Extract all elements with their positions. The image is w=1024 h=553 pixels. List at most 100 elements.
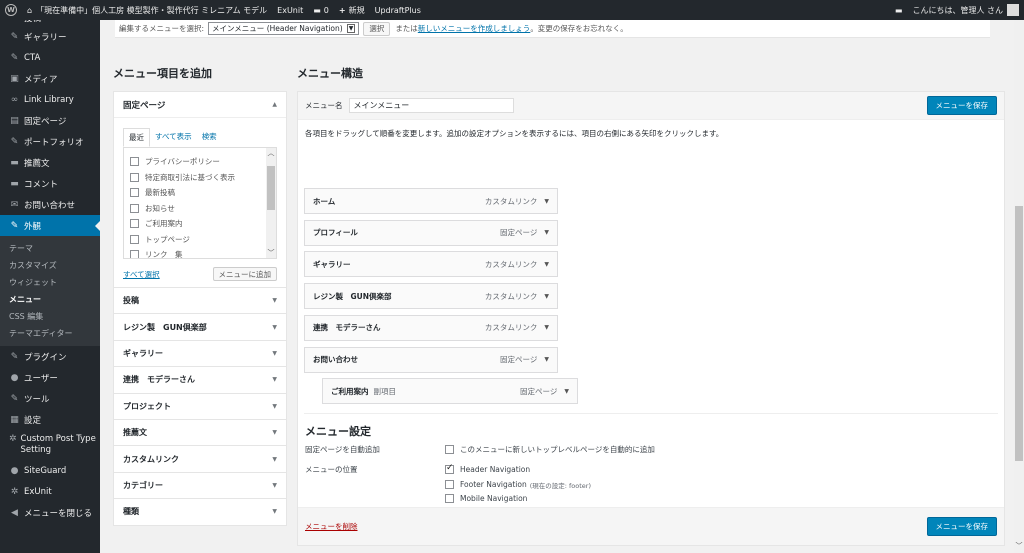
save-menu-button-bottom[interactable]: メニューを保存 bbox=[926, 517, 997, 536]
scroll-down-icon[interactable]: ﹀ bbox=[266, 248, 276, 258]
select-button[interactable]: 選択 bbox=[363, 21, 391, 36]
location-checkbox[interactable] bbox=[445, 480, 454, 489]
add-to-menu-button[interactable]: メニューに追加 bbox=[212, 267, 277, 281]
menu-item[interactable]: ホーム カスタムリンク ▼ bbox=[304, 188, 558, 214]
sidebar-item[interactable]: ∞ Link Library bbox=[0, 89, 100, 110]
page-checkbox-item[interactable]: リンク 集 bbox=[130, 247, 270, 258]
collapse-arrow-icon[interactable]: ▲ bbox=[272, 101, 277, 108]
sidebar-item[interactable]: ✎ CTA bbox=[0, 47, 100, 68]
create-menu-link[interactable]: 新しいメニューを作成しましょう bbox=[418, 23, 531, 34]
submenu-item[interactable]: テーマ bbox=[0, 240, 100, 257]
page-checkbox-item[interactable]: 特定商取引法に基づく表示 bbox=[130, 170, 270, 186]
sidebar-item[interactable]: ▤ 固定ページ bbox=[0, 110, 100, 131]
menu-location-option[interactable]: Mobile Navigation bbox=[445, 494, 527, 503]
expand-arrow-icon[interactable]: ▼ bbox=[544, 198, 549, 205]
page-checkbox-item[interactable]: トップページ bbox=[130, 232, 270, 248]
menu-name-input[interactable]: メインメニュー bbox=[348, 98, 514, 113]
menu-select[interactable]: メインメニュー (Header Navigation) ▼ bbox=[208, 22, 360, 35]
sidebar-item[interactable]: ✲ ExUnit bbox=[0, 481, 100, 502]
exunit-link[interactable]: ExUnit bbox=[272, 0, 308, 20]
select-all-link[interactable]: すべて選択 bbox=[123, 269, 160, 280]
add-items-accordion[interactable]: 投稿 ▼ bbox=[113, 288, 287, 315]
menu-item[interactable]: 連携 モデラーさん カスタムリンク ▼ bbox=[304, 314, 558, 341]
submenu-item[interactable]: ウィジェット bbox=[0, 274, 100, 291]
menu-item[interactable]: ギャラリー カスタムリンク ▼ bbox=[304, 251, 558, 278]
page-checkbox-item[interactable]: 最新投稿 bbox=[130, 185, 270, 201]
pages-scrollbar[interactable]: ︿ ﹀ bbox=[266, 148, 276, 258]
my-account-link[interactable]: こんにちは、管理人 さん bbox=[907, 0, 1024, 20]
expand-arrow-icon[interactable]: ▼ bbox=[272, 376, 277, 383]
sidebar-item[interactable]: ▦ 設定 bbox=[0, 409, 100, 430]
submenu-item[interactable]: メニュー bbox=[0, 291, 100, 308]
auto-add-checkbox[interactable] bbox=[445, 445, 454, 454]
pages-tab[interactable]: 検索 bbox=[197, 128, 222, 147]
pages-box-header[interactable]: 固定ページ ▲ bbox=[114, 92, 286, 118]
expand-arrow-icon[interactable]: ▼ bbox=[564, 388, 569, 395]
sidebar-item[interactable]: ✉ お問い合わせ bbox=[0, 194, 100, 215]
add-items-accordion[interactable]: 推薦文 ▼ bbox=[113, 419, 287, 447]
wordpress-logo[interactable]: W bbox=[0, 0, 22, 20]
sidebar-item[interactable]: ✎ ポートフォリオ bbox=[0, 131, 100, 152]
expand-arrow-icon[interactable]: ▼ bbox=[272, 297, 277, 304]
expand-arrow-icon[interactable]: ▼ bbox=[544, 324, 549, 331]
menu-item[interactable]: ご利用案内 副項目 固定ページ ▼ bbox=[322, 378, 578, 405]
add-items-accordion[interactable]: カスタムリンク ▼ bbox=[113, 446, 287, 473]
add-items-accordion[interactable]: プロジェクト ▼ bbox=[113, 393, 287, 420]
sidebar-item[interactable]: ▬ 推薦文 bbox=[0, 152, 100, 173]
scroll-down-icon[interactable]: ﹀ bbox=[1014, 541, 1024, 551]
sidebar-item[interactable]: ▬ コメント bbox=[0, 173, 100, 194]
pages-tab[interactable]: 最近 bbox=[123, 128, 150, 147]
sidebar-item[interactable]: ✎ ツール bbox=[0, 388, 100, 409]
submenu-item[interactable]: CSS 編集 bbox=[0, 308, 100, 325]
checkbox[interactable] bbox=[130, 172, 139, 182]
page-checkbox-item[interactable]: お知らせ bbox=[130, 201, 270, 217]
page-scrollbar[interactable]: ﹀ bbox=[1014, 20, 1024, 553]
sidebar-item[interactable]: ▣ メディア bbox=[0, 68, 100, 89]
menu-item[interactable]: プロフィール 固定ページ ▼ bbox=[304, 219, 558, 246]
page-scrollbar-thumb[interactable] bbox=[1015, 206, 1023, 461]
expand-arrow-icon[interactable]: ▼ bbox=[544, 261, 549, 268]
comments-link[interactable]: ▬ 0 bbox=[308, 0, 334, 20]
checkbox[interactable] bbox=[130, 203, 139, 213]
new-content-link[interactable]: + 新規 bbox=[334, 0, 370, 20]
submenu-item[interactable]: テーマエディター bbox=[0, 325, 100, 342]
add-items-accordion[interactable]: 連携 モデラーさん ▼ bbox=[113, 367, 287, 394]
add-items-accordion[interactable]: カテゴリー ▼ bbox=[113, 472, 287, 500]
checkbox[interactable] bbox=[130, 234, 139, 244]
scroll-up-icon[interactable]: ︿ bbox=[266, 148, 276, 158]
checkbox[interactable] bbox=[130, 157, 139, 167]
menu-item[interactable]: レジン製 GUN倶楽部 カスタムリンク ▼ bbox=[304, 283, 558, 310]
expand-arrow-icon[interactable]: ▼ bbox=[272, 456, 277, 463]
expand-arrow-icon[interactable]: ▼ bbox=[272, 324, 277, 331]
delete-menu-link[interactable]: メニューを削除 bbox=[305, 521, 358, 532]
location-checkbox[interactable] bbox=[445, 463, 454, 474]
sidebar-item[interactable]: ✎ プラグイン bbox=[0, 346, 100, 367]
updraftplus-link[interactable]: UpdraftPlus bbox=[370, 0, 426, 20]
save-menu-button-top[interactable]: メニューを保存 bbox=[926, 96, 997, 115]
menu-location-option[interactable]: Footer Navigation (現在の設定: footer) bbox=[445, 480, 591, 490]
sidebar-item-appearance[interactable]: ✎ 外観 bbox=[0, 215, 100, 236]
page-checkbox-item[interactable]: プライバシーポリシー bbox=[130, 154, 270, 170]
expand-arrow-icon[interactable]: ▼ bbox=[272, 403, 277, 410]
checkbox[interactable] bbox=[130, 188, 139, 198]
page-checkbox-item[interactable]: ご利用案内 bbox=[130, 216, 270, 232]
submenu-item[interactable]: カスタマイズ bbox=[0, 257, 100, 274]
expand-arrow-icon[interactable]: ▼ bbox=[544, 229, 549, 236]
add-items-accordion[interactable]: ギャラリー ▼ bbox=[113, 340, 287, 368]
sidebar-item[interactable]: ● ユーザー bbox=[0, 367, 100, 388]
sidebar-item-custom-post-type[interactable]: ✲ Custom Post Type Setting bbox=[0, 430, 100, 460]
expand-arrow-icon[interactable]: ▼ bbox=[272, 508, 277, 515]
add-items-accordion[interactable]: レジン製 GUN倶楽部 ▼ bbox=[113, 314, 287, 341]
notification-icon[interactable]: ▬ bbox=[890, 0, 908, 20]
sidebar-item[interactable]: ● SiteGuard bbox=[0, 460, 100, 481]
expand-arrow-icon[interactable]: ▼ bbox=[272, 350, 277, 357]
auto-add-option[interactable]: このメニューに新しいトップレベルページを自動的に追加 bbox=[445, 444, 655, 455]
pages-tab[interactable]: すべて表示 bbox=[150, 128, 197, 147]
menu-location-option[interactable]: Header Navigation bbox=[445, 463, 530, 474]
expand-arrow-icon[interactable]: ▼ bbox=[272, 482, 277, 489]
expand-arrow-icon[interactable]: ▼ bbox=[544, 356, 549, 363]
sidebar-item[interactable]: ✎ ギャラリー bbox=[0, 26, 100, 47]
scrollbar-thumb[interactable] bbox=[267, 166, 275, 210]
checkbox[interactable] bbox=[130, 219, 139, 229]
sidebar-item[interactable]: ◀ メニューを閉じる bbox=[0, 502, 100, 523]
